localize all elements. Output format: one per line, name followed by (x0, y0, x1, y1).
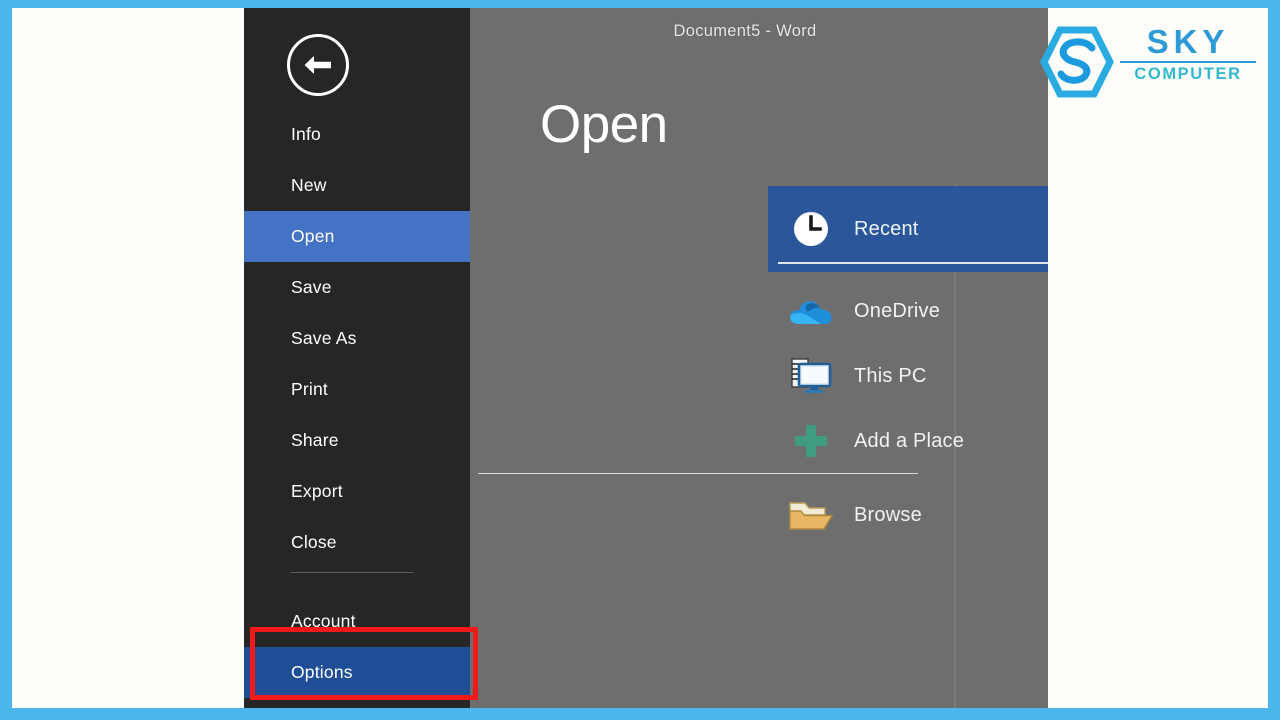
place-item-label: This PC (854, 364, 927, 387)
nav-item-open[interactable]: Open (244, 211, 470, 262)
nav-item-label: Export (291, 481, 343, 501)
logo-wordmark: SKY COMPUTER (1120, 24, 1256, 84)
nav-item-account[interactable]: Account (244, 596, 470, 647)
place-item-recent[interactable]: Recent (768, 186, 1048, 272)
outer-border-frame: Info New Open Save Save As Print Share E… (0, 0, 1280, 720)
place-item-label: OneDrive (854, 299, 941, 322)
backstage-content-pane: Document5 - Word Open Recent OneDrive Th… (470, 8, 1048, 708)
nav-item-options[interactable]: Options (244, 647, 470, 698)
page-title: Open (540, 95, 668, 154)
recent-underline (778, 262, 1048, 264)
place-item-this-pc[interactable]: This PC (768, 351, 1048, 401)
nav-item-label: Save As (291, 328, 357, 348)
nav-separator (290, 572, 414, 573)
nav-item-label: Info (291, 124, 321, 144)
nav-item-share[interactable]: Share (244, 415, 470, 466)
nav-item-label: Options (291, 662, 353, 682)
place-item-label: Browse (854, 503, 922, 526)
page-canvas: Info New Open Save Save As Print Share E… (12, 8, 1268, 708)
word-backstage-view: Info New Open Save Save As Print Share E… (244, 8, 1048, 708)
cloud-icon (768, 294, 854, 328)
nav-item-label: Close (291, 532, 337, 552)
nav-item-save[interactable]: Save (244, 262, 470, 313)
nav-item-label: New (291, 175, 327, 195)
plus-icon (768, 419, 854, 463)
clock-icon (768, 207, 854, 251)
nav-item-new[interactable]: New (244, 160, 470, 211)
place-item-label: Add a Place (854, 429, 965, 452)
logo-divider-rule (1120, 61, 1256, 63)
nav-item-label: Open (291, 226, 335, 246)
backstage-nav-pane: Info New Open Save Save As Print Share E… (244, 8, 478, 708)
place-item-label: Recent (854, 217, 919, 240)
folder-icon (768, 495, 854, 535)
nav-item-label: Save (291, 277, 332, 297)
logo-secondary-text: COMPUTER (1134, 65, 1242, 83)
monitor-icon (768, 355, 854, 397)
hexagon-s-icon (1040, 26, 1114, 103)
back-arrow-button[interactable] (287, 34, 349, 96)
back-arrow-icon (304, 56, 331, 74)
nav-item-close[interactable]: Close (244, 517, 470, 568)
nav-item-label: Print (291, 379, 328, 399)
nav-item-export[interactable]: Export (244, 466, 470, 517)
nav-item-print[interactable]: Print (244, 364, 470, 415)
logo-primary-text: SKY (1146, 23, 1230, 60)
window-title: Document5 - Word (673, 22, 817, 40)
nav-item-label: Account (291, 611, 356, 631)
place-item-add-a-place[interactable]: Add a Place (768, 416, 1048, 466)
nav-item-info[interactable]: Info (244, 109, 470, 160)
nav-item-save-as[interactable]: Save As (244, 313, 470, 364)
place-item-browse[interactable]: Browse (768, 490, 1048, 540)
places-divider (478, 473, 918, 474)
sky-computer-logo: SKY COMPUTER (1040, 22, 1256, 102)
place-item-onedrive[interactable]: OneDrive (768, 286, 1048, 336)
nav-item-label: Share (291, 430, 339, 450)
